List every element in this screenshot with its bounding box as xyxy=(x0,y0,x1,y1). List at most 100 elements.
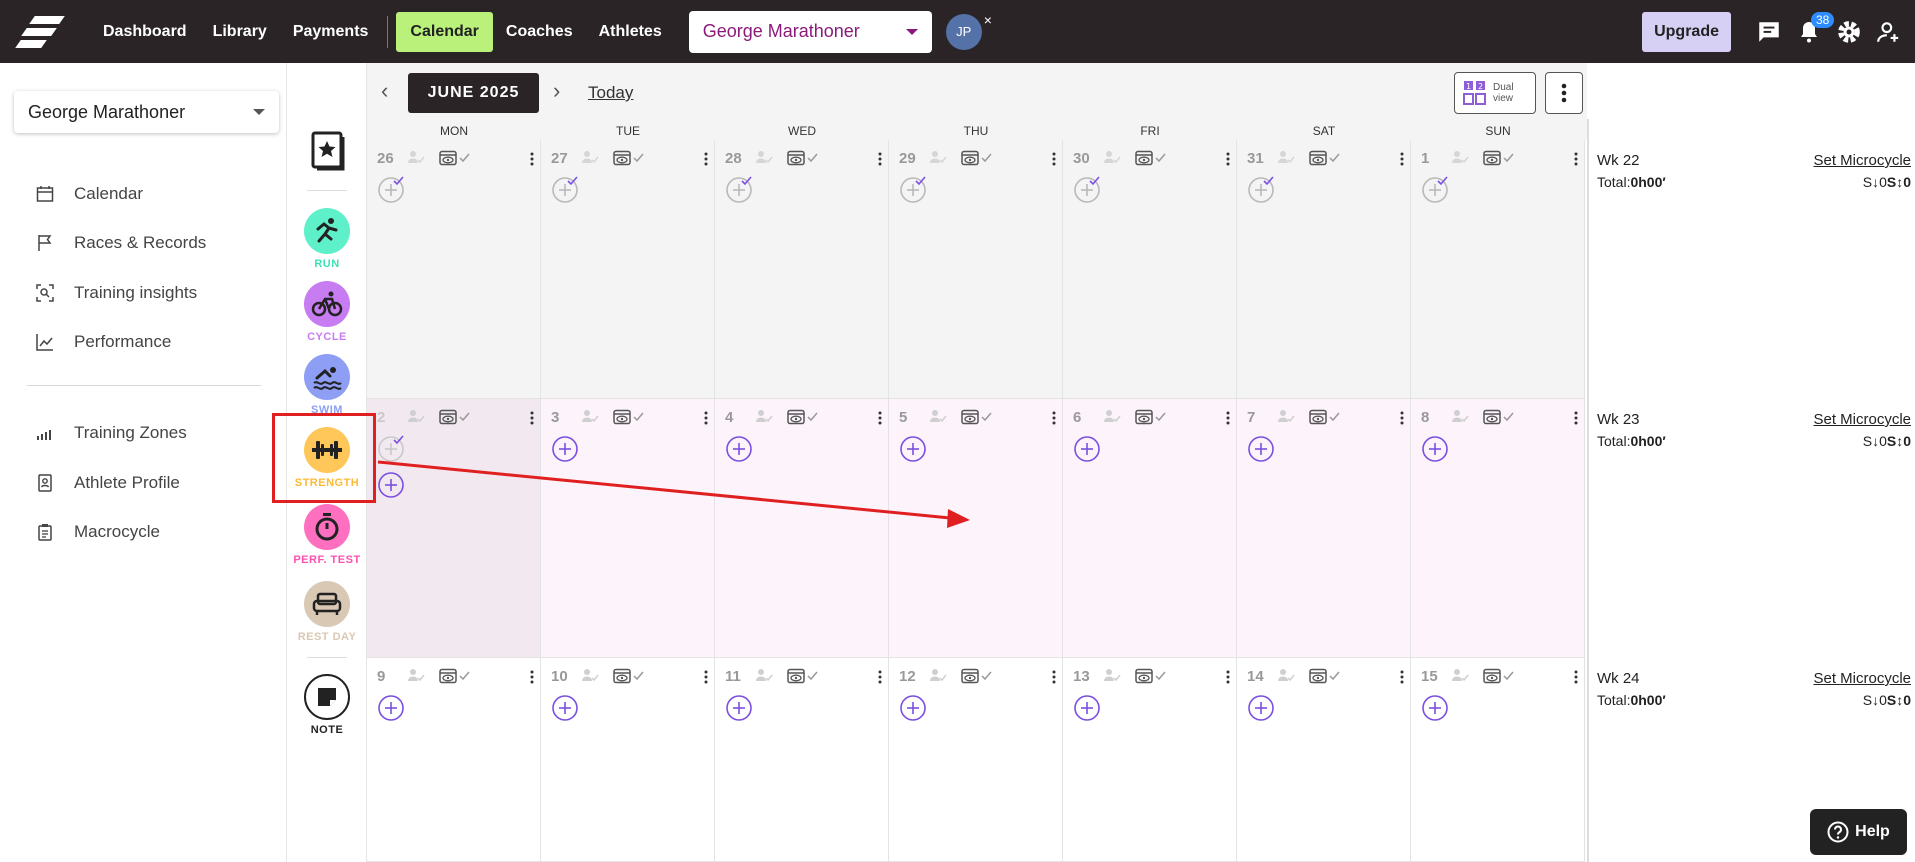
visibility-calendar-icon[interactable] xyxy=(1135,409,1167,430)
month-picker-button[interactable]: JUNE 2025 xyxy=(408,73,539,113)
add-workout-icon[interactable] xyxy=(725,435,753,468)
day-menu-icon[interactable] xyxy=(1052,152,1056,171)
add-workout-icon[interactable] xyxy=(377,176,405,209)
add-workout-icon[interactable] xyxy=(1073,694,1101,727)
add-workout-icon[interactable] xyxy=(899,435,927,468)
visibility-calendar-icon[interactable] xyxy=(1309,150,1341,171)
visibility-calendar-icon[interactable] xyxy=(613,409,645,430)
visibility-calendar-icon[interactable] xyxy=(613,150,645,171)
nav-athletes[interactable]: Athletes xyxy=(586,12,675,52)
day-cell[interactable]: 4 xyxy=(715,399,889,658)
prev-month-button[interactable]: ‹ xyxy=(381,80,388,102)
sidebar-item-calendar[interactable]: Calendar xyxy=(36,184,143,204)
visibility-calendar-icon[interactable] xyxy=(961,668,993,689)
assign-athlete-icon[interactable] xyxy=(407,409,425,428)
assign-athlete-icon[interactable] xyxy=(407,668,425,687)
chat-icon[interactable] xyxy=(1753,12,1785,52)
visibility-calendar-icon[interactable] xyxy=(439,150,471,171)
day-menu-icon[interactable] xyxy=(530,411,534,430)
add-workout-icon[interactable] xyxy=(1421,176,1449,209)
palette-rest-day[interactable]: REST DAY xyxy=(287,581,367,643)
assign-athlete-icon[interactable] xyxy=(581,409,599,428)
next-month-button[interactable]: › xyxy=(553,80,560,102)
sidebar-item-macrocycle[interactable]: Macrocycle xyxy=(36,522,160,542)
day-menu-icon[interactable] xyxy=(1400,411,1404,430)
assign-athlete-icon[interactable] xyxy=(407,150,425,169)
today-link[interactable]: Today xyxy=(588,83,633,103)
day-cell[interactable]: 30 xyxy=(1063,140,1237,399)
close-icon[interactable]: × xyxy=(984,12,992,28)
visibility-calendar-icon[interactable] xyxy=(787,150,819,171)
visibility-calendar-icon[interactable] xyxy=(1135,668,1167,689)
assign-athlete-icon[interactable] xyxy=(929,150,947,169)
day-cell[interactable]: 28 xyxy=(715,140,889,399)
calendar-more-button[interactable] xyxy=(1545,72,1583,114)
assign-athlete-icon[interactable] xyxy=(581,150,599,169)
nav-calendar[interactable]: Calendar xyxy=(396,11,493,52)
add-workout-icon[interactable] xyxy=(377,694,405,727)
add-workout-icon[interactable] xyxy=(551,435,579,468)
add-workout-icon[interactable] xyxy=(1247,694,1275,727)
day-menu-icon[interactable] xyxy=(1574,152,1578,171)
add-workout-icon[interactable] xyxy=(1247,176,1275,209)
day-menu-icon[interactable] xyxy=(1574,670,1578,689)
day-cell[interactable]: 1 xyxy=(1411,140,1585,399)
add-workout-icon[interactable] xyxy=(551,176,579,209)
sidebar-athlete-selector[interactable]: George Marathoner xyxy=(14,91,279,133)
day-menu-icon[interactable] xyxy=(530,670,534,689)
athlete-selector[interactable]: George Marathoner xyxy=(688,10,932,53)
day-menu-icon[interactable] xyxy=(1226,152,1230,171)
assign-athlete-icon[interactable] xyxy=(1277,409,1295,428)
add-workout-icon[interactable] xyxy=(1073,176,1101,209)
visibility-calendar-icon[interactable] xyxy=(613,668,645,689)
day-menu-icon[interactable] xyxy=(878,670,882,689)
day-menu-icon[interactable] xyxy=(704,152,708,171)
assign-athlete-icon[interactable] xyxy=(1277,150,1295,169)
sidebar-item-training-insights[interactable]: Training insights xyxy=(36,283,197,303)
palette-cycle[interactable]: CYCLE xyxy=(287,281,367,343)
visibility-calendar-icon[interactable] xyxy=(439,668,471,689)
assign-athlete-icon[interactable] xyxy=(1103,668,1121,687)
add-workout-icon[interactable] xyxy=(725,694,753,727)
set-microcycle-link[interactable]: Set Microcycle xyxy=(1813,411,1911,428)
visibility-calendar-icon[interactable] xyxy=(961,150,993,171)
assign-athlete-icon[interactable] xyxy=(1103,150,1121,169)
day-menu-icon[interactable] xyxy=(1052,411,1056,430)
assign-athlete-icon[interactable] xyxy=(755,668,773,687)
visibility-calendar-icon[interactable] xyxy=(1483,150,1515,171)
visibility-calendar-icon[interactable] xyxy=(1309,409,1341,430)
day-cell[interactable]: 13 xyxy=(1063,658,1237,862)
day-cell[interactable]: 6 xyxy=(1063,399,1237,658)
assign-athlete-icon[interactable] xyxy=(1451,409,1469,428)
visibility-calendar-icon[interactable] xyxy=(1135,150,1167,171)
upgrade-button[interactable]: Upgrade xyxy=(1642,11,1731,52)
palette-note[interactable]: NOTE xyxy=(287,674,367,736)
workout-library-button[interactable] xyxy=(287,131,367,176)
visibility-calendar-icon[interactable] xyxy=(787,409,819,430)
palette-swim[interactable]: SWIM xyxy=(287,354,367,416)
day-cell[interactable]: 27 xyxy=(541,140,715,399)
day-cell[interactable]: 8 xyxy=(1411,399,1585,658)
sidebar-item-training-zones[interactable]: Training Zones xyxy=(36,423,187,443)
day-cell[interactable]: 9 xyxy=(367,658,541,862)
day-cell[interactable]: 11 xyxy=(715,658,889,862)
day-menu-icon[interactable] xyxy=(878,152,882,171)
day-menu-icon[interactable] xyxy=(1052,670,1056,689)
day-cell[interactable]: 31 xyxy=(1237,140,1411,399)
day-cell[interactable]: 12 xyxy=(889,658,1063,862)
sidebar-item-athlete-profile[interactable]: Athlete Profile xyxy=(36,473,180,493)
add-workout-icon[interactable] xyxy=(1247,435,1275,468)
add-workout-icon[interactable] xyxy=(377,471,405,504)
day-cell[interactable]: 10 xyxy=(541,658,715,862)
day-menu-icon[interactable] xyxy=(878,411,882,430)
day-menu-icon[interactable] xyxy=(1400,152,1404,171)
add-workout-icon[interactable] xyxy=(1421,435,1449,468)
day-menu-icon[interactable] xyxy=(1226,670,1230,689)
day-cell[interactable]: 14 xyxy=(1237,658,1411,862)
add-workout-icon[interactable] xyxy=(377,435,405,468)
assign-athlete-icon[interactable] xyxy=(581,668,599,687)
day-menu-icon[interactable] xyxy=(1226,411,1230,430)
set-microcycle-link[interactable]: Set Microcycle xyxy=(1813,152,1911,169)
add-workout-icon[interactable] xyxy=(551,694,579,727)
day-cell[interactable]: 2 xyxy=(367,399,541,658)
